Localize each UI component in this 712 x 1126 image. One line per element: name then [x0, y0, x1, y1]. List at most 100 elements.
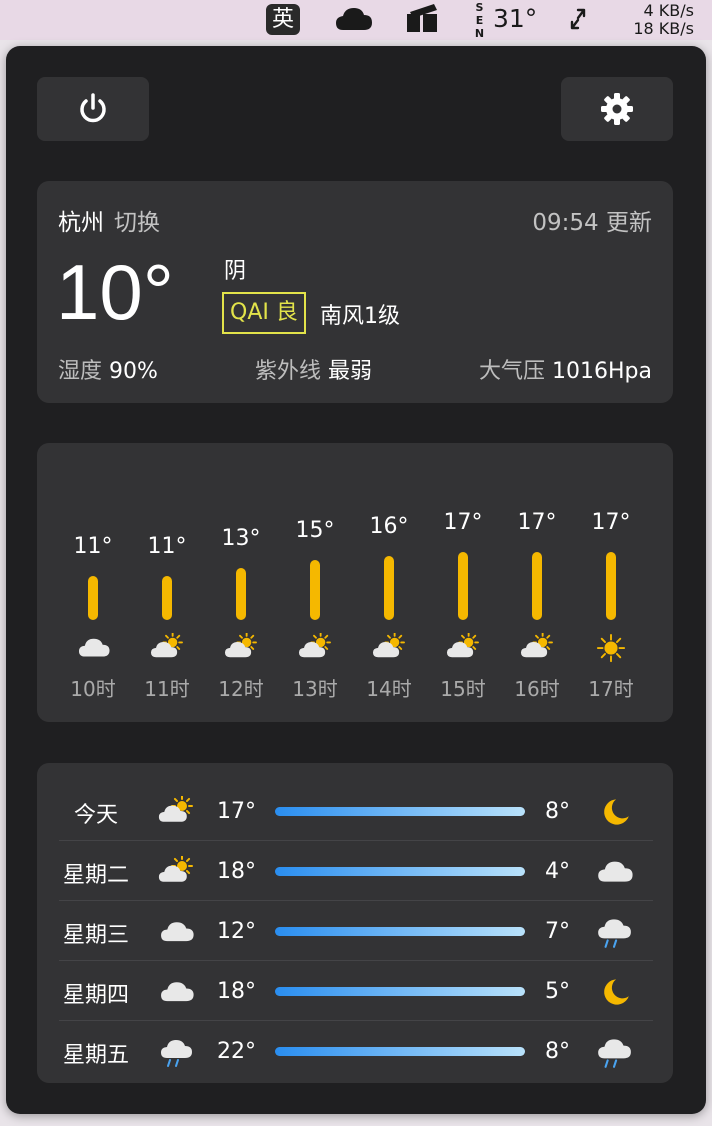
hourly-temp-bar — [162, 576, 172, 620]
partly-cloudy-icon — [445, 632, 481, 663]
hourly-item: 11° 11时 — [137, 443, 197, 722]
daily-row: 星期二 18° 4° — [59, 841, 653, 901]
hourly-temp-bar — [88, 576, 98, 620]
daily-row: 星期四 18° 5° — [59, 961, 653, 1021]
day-high-temp: 18° — [217, 979, 256, 1004]
settings-button[interactable] — [561, 77, 673, 141]
hourly-forecast-card: 11° 10时 11° 11时 13° 12时 15° 13时 16° 14时 … — [37, 443, 673, 722]
hourly-temp: 17° — [591, 510, 631, 535]
day-name: 星期二 — [62, 863, 129, 888]
update-time[interactable]: 09:54 更新 — [532, 203, 652, 237]
rain-cloud-icon — [157, 1036, 195, 1068]
hourly-time: 16时 — [514, 677, 560, 701]
aqi-badge: QAI 良 — [222, 292, 306, 334]
partly-cloudy-icon — [157, 855, 195, 888]
sun-icon — [593, 633, 629, 663]
pressure-label: 大气压 — [479, 359, 546, 384]
uv-value: 最弱 — [328, 359, 373, 384]
hourly-time: 14时 — [366, 677, 412, 701]
moon-icon — [595, 975, 633, 1009]
power-button[interactable] — [37, 77, 149, 141]
hourly-temp-bar — [458, 552, 468, 620]
pressure-stat: 大气压 1016Hpa — [479, 353, 652, 385]
partly-cloudy-icon — [519, 632, 555, 663]
network-speed[interactable]: 4 KB/s 18 KB/s — [633, 2, 694, 38]
net-upload: 4 KB/s — [643, 1, 694, 20]
current-temperature: 10° — [56, 248, 174, 336]
hourly-time: 13时 — [292, 677, 338, 701]
hourly-temp-bar — [606, 552, 616, 620]
day-low-temp: 5° — [545, 979, 570, 1004]
hourly-item: 15° 13时 — [285, 443, 345, 722]
wind-info: 南风1级 — [320, 304, 400, 329]
temp-range-bar — [275, 867, 525, 876]
cloud-icon[interactable] — [334, 4, 374, 38]
partly-cloudy-icon — [223, 632, 259, 663]
weather-panel: 杭州 切换 09:54 更新 10° 阴 QAI 良 南风1级 湿度 90% 紫… — [6, 46, 706, 1114]
hourly-temp: 11° — [73, 534, 113, 559]
temp-range-bar — [275, 807, 525, 816]
cloud-icon — [157, 976, 195, 1008]
hourly-temp-bar — [384, 556, 394, 620]
day-name: 星期五 — [62, 1043, 129, 1068]
input-method-indicator[interactable]: 英 — [266, 4, 300, 35]
uv-stat: 紫外线 最弱 — [255, 353, 372, 385]
rain-cloud-icon — [595, 1035, 633, 1069]
hourly-time: 17时 — [588, 677, 634, 701]
day-high-temp: 17° — [217, 799, 256, 824]
temp-range-bar — [275, 987, 525, 996]
hourly-temp-bar — [532, 552, 542, 620]
day-low-temp: 7° — [545, 919, 570, 944]
partly-cloudy-icon — [157, 795, 195, 828]
hourly-temp: 13° — [221, 526, 261, 551]
partly-cloudy-icon — [149, 632, 185, 663]
hourly-temp: 15° — [295, 518, 335, 543]
power-icon — [80, 93, 106, 123]
day-low-temp: 8° — [545, 799, 570, 824]
day-low-temp: 8° — [545, 1039, 570, 1064]
daily-row: 今天 17° 8° — [59, 781, 653, 841]
net-download: 18 KB/s — [633, 19, 694, 38]
partly-cloudy-icon — [371, 632, 407, 663]
day-high-temp: 12° — [217, 919, 256, 944]
hourly-temp-bar — [236, 568, 246, 620]
day-low-temp: 4° — [545, 859, 570, 884]
day-high-temp: 18° — [217, 859, 256, 884]
daily-row: 星期三 12° 7° — [59, 901, 653, 961]
weather-condition: 阴 — [224, 259, 247, 284]
hourly-temp: 17° — [443, 510, 483, 535]
cloud-icon — [157, 916, 195, 948]
hourly-item: 17° 15时 — [433, 443, 493, 722]
uv-label: 紫外线 — [255, 359, 322, 384]
hourly-time: 12时 — [218, 677, 264, 701]
moon-icon — [595, 795, 633, 829]
current-weather-card: 杭州 切换 09:54 更新 10° 阴 QAI 良 南风1级 湿度 90% 紫… — [37, 181, 673, 403]
partly-cloudy-icon — [297, 632, 333, 663]
humidity-value: 90% — [109, 359, 158, 384]
cloud-icon — [75, 633, 111, 663]
hourly-temp-bar — [310, 560, 320, 620]
pressure-value: 1016Hpa — [552, 359, 652, 384]
gear-icon — [601, 93, 633, 125]
switch-city-link[interactable]: 切换 — [114, 203, 160, 237]
tray-icon[interactable] — [404, 4, 440, 38]
hourly-item: 17° 17时 — [581, 443, 641, 722]
hourly-item: 11° 10时 — [63, 443, 123, 722]
daily-forecast-card: 今天 17° 8° 星期二 18° 4° 星期三 12° 7° 星期四 18° … — [37, 763, 673, 1083]
hourly-temp: 17° — [517, 510, 557, 535]
temp-range-bar — [275, 927, 525, 936]
hourly-time: 11时 — [144, 677, 190, 701]
rain-cloud-icon — [595, 915, 633, 949]
expand-arrows-icon[interactable] — [568, 6, 588, 36]
hourly-temp: 11° — [147, 534, 187, 559]
hourly-item: 13° 12时 — [211, 443, 271, 722]
menubar-temperature[interactable]: 31° — [493, 4, 537, 34]
hourly-time: 10时 — [70, 677, 116, 701]
temp-range-bar — [275, 1047, 525, 1056]
city-name: 杭州 — [58, 210, 104, 236]
day-name: 星期四 — [62, 983, 129, 1008]
hourly-temp: 16° — [369, 514, 409, 539]
hourly-item: 17° 16时 — [507, 443, 567, 722]
hourly-time: 15时 — [440, 677, 486, 701]
day-name: 今天 — [73, 803, 118, 828]
